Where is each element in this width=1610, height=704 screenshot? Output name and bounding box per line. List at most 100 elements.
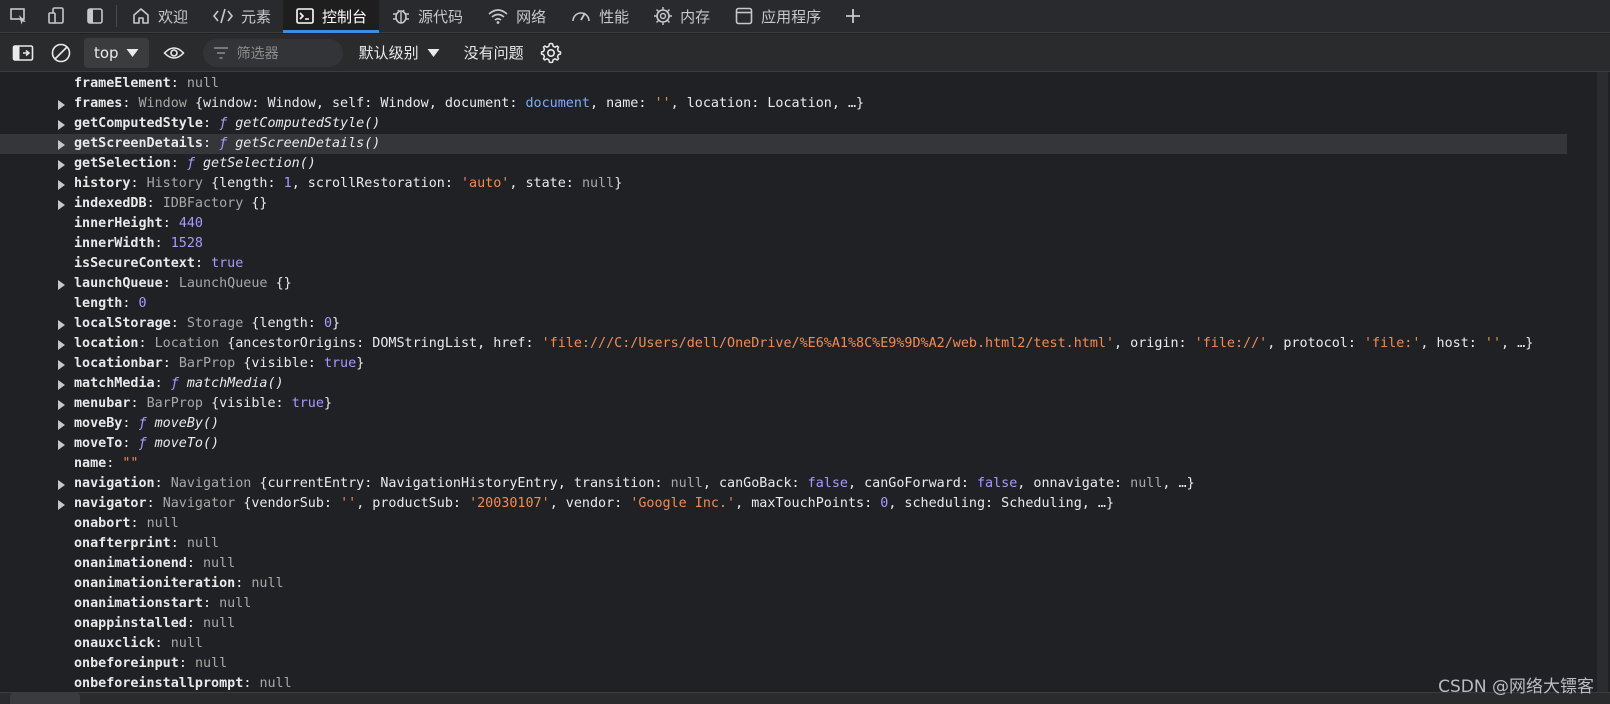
console-property-row[interactable]: moveTo: ƒ moveTo() [0, 434, 1567, 454]
property-key: localStorage [74, 316, 171, 331]
console-property-row[interactable]: getSelection: ƒ getSelection() [0, 154, 1567, 174]
console-settings-button[interactable] [534, 36, 568, 70]
property-key: locationbar [74, 356, 163, 371]
property-value-part: null [251, 576, 284, 591]
inspect-element-icon[interactable] [0, 0, 38, 32]
property-separator: : [130, 176, 147, 191]
console-property-row[interactable]: getComputedStyle: ƒ getComputedStyle() [0, 114, 1567, 134]
console-property-row[interactable]: indexedDB: IDBFactory {} [0, 194, 1567, 214]
device-emulation-icon[interactable] [38, 0, 76, 32]
dock-side-icon[interactable] [76, 0, 114, 32]
property-key: onappinstalled [74, 616, 187, 631]
property-value-part: , name: [589, 96, 655, 111]
property-value-part: Location [154, 336, 228, 351]
expand-triangle-icon[interactable] [58, 100, 65, 110]
window-icon [735, 7, 753, 25]
live-expression-button[interactable] [155, 34, 193, 72]
property-value-part: null [186, 76, 220, 91]
property-separator: : [154, 236, 171, 251]
issues-counter[interactable]: 没有问题 [464, 42, 524, 63]
console-property-row: onabort: null [0, 514, 1567, 534]
property-value-part: null [203, 616, 236, 631]
add-tool-button[interactable] [833, 0, 873, 32]
property-separator: : [122, 296, 139, 311]
property-value-part: '' [340, 496, 357, 511]
property-separator: : [170, 316, 187, 331]
expand-triangle-icon[interactable] [58, 200, 65, 210]
divider [116, 5, 117, 27]
console-property-row[interactable]: locationbar: BarProp {visible: true} [0, 354, 1567, 374]
tab-performance[interactable]: 性能 [558, 0, 641, 32]
tab-memory[interactable]: 内存 [641, 0, 722, 32]
property-key: onabort [74, 516, 131, 531]
property-value-part: '' [1484, 336, 1502, 351]
property-value-part: , …} [1501, 336, 1534, 351]
property-value-part: } [614, 176, 623, 191]
tab-elements[interactable]: 元素 [200, 0, 283, 32]
expand-triangle-icon[interactable] [58, 380, 65, 390]
property-value-part: 1528 [170, 236, 203, 251]
filter-input[interactable]: 筛选器 [202, 38, 343, 67]
property-value-part: History [146, 176, 212, 191]
context-value: top [94, 43, 119, 62]
expand-triangle-icon[interactable] [58, 480, 65, 490]
property-key: onbeforeinput [74, 656, 179, 671]
expand-triangle-icon[interactable] [58, 420, 65, 430]
clear-icon [51, 43, 71, 62]
console-property-row[interactable]: menubar: BarProp {visible: true} [0, 394, 1567, 414]
console-property-row[interactable]: launchQueue: LaunchQueue {} [0, 274, 1567, 294]
tab-console[interactable]: 控制台 [283, 0, 380, 33]
expand-triangle-icon[interactable] [58, 440, 65, 450]
console-property-row[interactable]: frames: Window {window: Window, self: Wi… [0, 94, 1567, 114]
property-key: getComputedStyle [74, 116, 203, 131]
property-value-part: true [323, 356, 357, 371]
expand-triangle-icon[interactable] [58, 340, 65, 350]
console-property-row[interactable]: navigator: Navigator {vendorSub: '', pro… [0, 494, 1567, 514]
eye-icon [162, 46, 185, 59]
property-key: innerHeight [74, 216, 163, 231]
property-value-part: , vendor: [549, 496, 631, 511]
property-key: onanimationstart [74, 596, 203, 611]
expand-triangle-icon[interactable] [58, 180, 65, 190]
clear-console-button[interactable] [42, 34, 80, 72]
expand-triangle-icon[interactable] [58, 320, 65, 330]
gauge-icon [572, 12, 590, 22]
property-value-part: null [670, 476, 703, 491]
tab-sources[interactable]: 源代码 [379, 0, 475, 32]
expand-triangle-icon[interactable] [58, 160, 65, 170]
tab-network[interactable]: 网络 [475, 0, 558, 32]
console-property-row[interactable]: localStorage: Storage {length: 0} [0, 314, 1567, 334]
console-property-row[interactable]: history: History {length: 1, scrollResto… [0, 174, 1567, 194]
memory-chip-icon [654, 7, 673, 25]
log-level-dropdown[interactable]: 默认级别 [359, 42, 440, 63]
console-property-row[interactable]: getScreenDetails: ƒ getScreenDetails() [0, 134, 1567, 154]
property-separator: : [203, 136, 220, 151]
tab-welcome[interactable]: 欢迎 [119, 0, 200, 32]
console-property-row[interactable]: moveBy: ƒ moveBy() [0, 414, 1567, 434]
scrollbar-thumb[interactable] [1597, 72, 1608, 692]
wifi-icon [488, 9, 508, 24]
tab-application[interactable]: 应用程序 [722, 0, 833, 32]
property-key: innerWidth [74, 236, 155, 251]
property-value-part: Window [138, 96, 195, 111]
context-selector[interactable]: top [84, 37, 149, 68]
expand-triangle-icon[interactable] [58, 360, 65, 370]
property-value-part: true [211, 256, 244, 271]
property-key: moveTo [74, 436, 123, 451]
console-property-row: onanimationiteration: null [0, 574, 1567, 594]
property-separator: : [170, 156, 187, 171]
expand-triangle-icon[interactable] [58, 500, 65, 510]
toggle-sidebar-button[interactable] [4, 34, 42, 72]
expand-triangle-icon[interactable] [58, 280, 65, 290]
drawer-tab[interactable] [10, 693, 80, 704]
property-value-part: {visible: [243, 356, 324, 371]
expand-triangle-icon[interactable] [58, 140, 65, 150]
expand-triangle-icon[interactable] [58, 400, 65, 410]
console-property-row[interactable]: matchMedia: ƒ matchMedia() [0, 374, 1567, 394]
console-property-row[interactable]: location: Location {ancestorOrigins: DOM… [0, 334, 1567, 354]
property-value-part: , scrollRestoration: [291, 176, 461, 191]
bottom-drawer-strip [0, 692, 1610, 704]
expand-triangle-icon[interactable] [58, 120, 65, 130]
property-value-part: moveBy() [154, 416, 220, 431]
console-property-row[interactable]: navigation: Navigation {currentEntry: Na… [0, 474, 1567, 494]
